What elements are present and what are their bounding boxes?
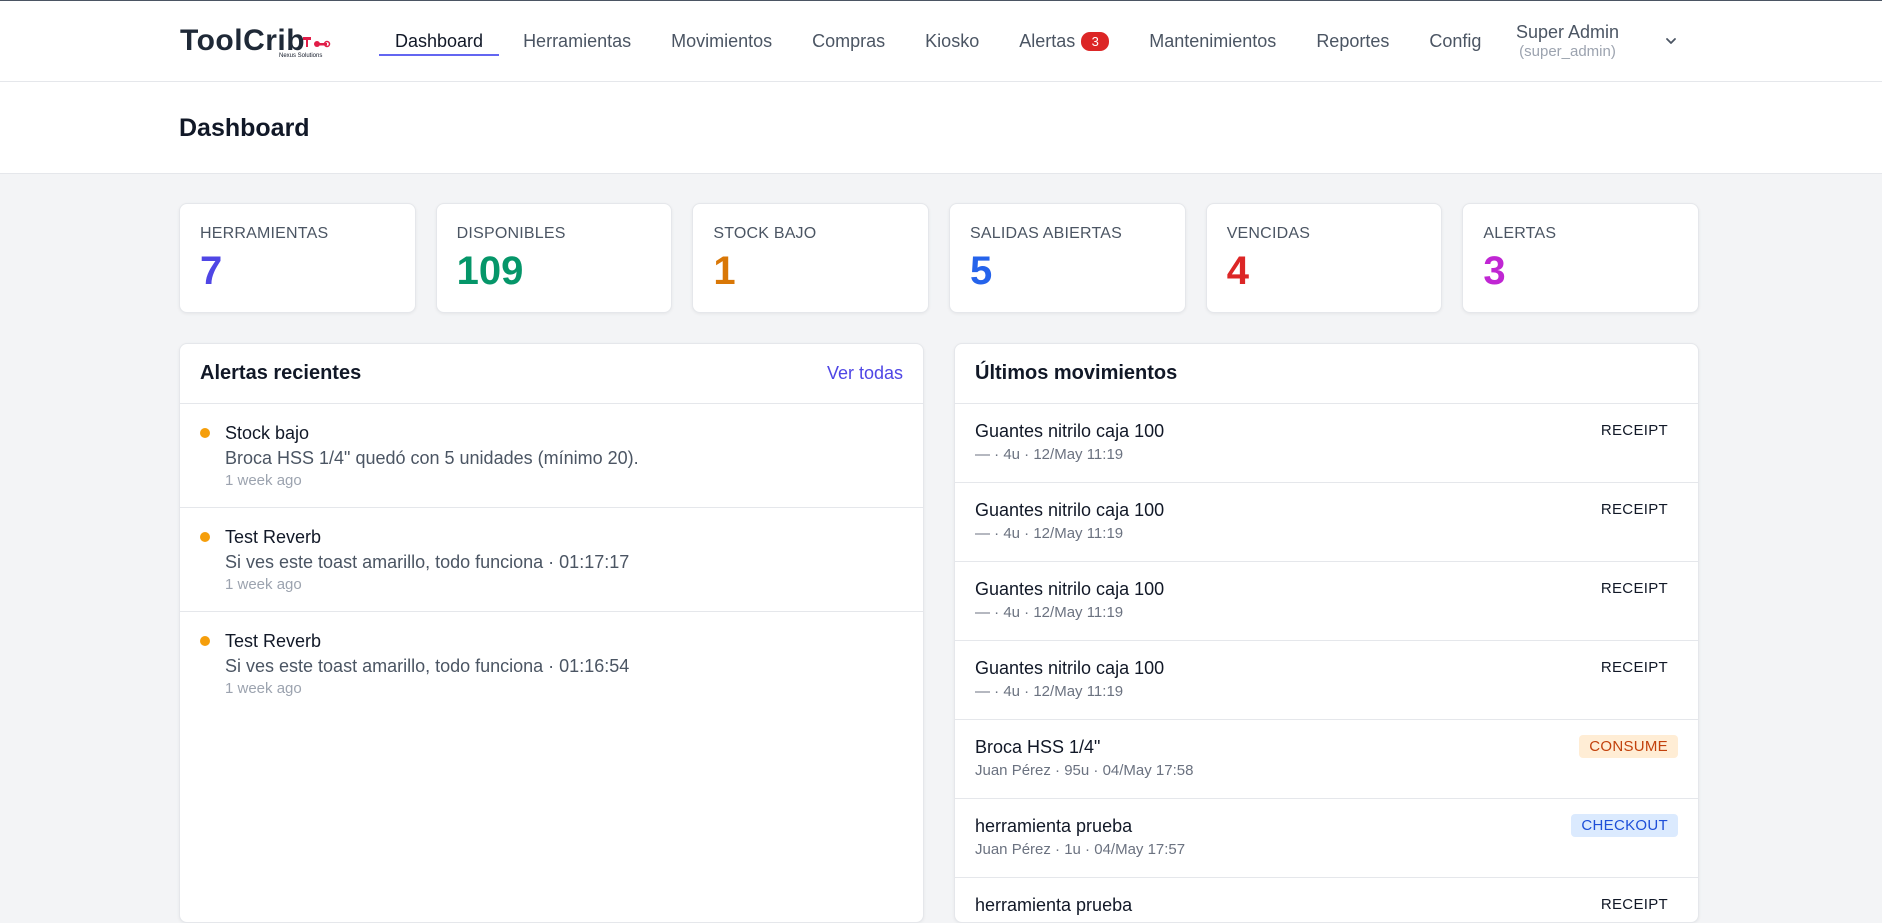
latest-movements-panel: Últimos movimientos Guantes nitrilo caja… (954, 343, 1699, 923)
alert-item[interactable]: Stock bajo Broca HSS 1/4" quedó con 5 un… (180, 404, 923, 508)
nav-item-dashboard[interactable]: Dashboard (375, 1, 503, 81)
nav-item-mantenimientos[interactable]: Mantenimientos (1129, 1, 1296, 81)
movement-row[interactable]: Guantes nitrilo caja 100 — · 4u · 12/May… (955, 562, 1698, 641)
alert-time: 1 week ago (225, 680, 302, 697)
panel-header: Últimos movimientos (955, 344, 1698, 404)
nav-item-alertas[interactable]: Alertas 3 (999, 1, 1129, 81)
page-title: Dashboard (179, 114, 310, 142)
brand-subtitle: Nexus Solutions (279, 53, 323, 59)
stat-value: 4 (1226, 249, 1249, 293)
nav-item-reportes[interactable]: Reportes (1296, 1, 1409, 81)
movement-meta: — · 4u · 12/May 11:19 (975, 683, 1124, 700)
stats-row: HERRAMIENTAS 7 DISPONIBLES 109 STOCK BAJ… (179, 203, 1700, 313)
stat-value: 1 (713, 249, 736, 293)
stat-label: STOCK BAJO (713, 225, 817, 242)
stat-value: 7 (200, 249, 223, 293)
wrench-icon (303, 37, 331, 48)
brand-logo[interactable]: ToolCrib Nexus Solutions (180, 23, 331, 63)
alert-time: 1 week ago (225, 576, 302, 593)
stat-label: VENCIDAS (1226, 225, 1311, 242)
panel-title: Alertas recientes (200, 362, 362, 384)
stat-card-herramientas: HERRAMIENTAS 7 (179, 203, 416, 313)
warning-dot-icon (200, 636, 210, 646)
movement-item-name: Broca HSS 1/4" (975, 737, 1101, 757)
movement-row[interactable]: Guantes nitrilo caja 100 — · 4u · 12/May… (955, 641, 1698, 720)
stat-card-alertas: ALERTAS 3 (1462, 203, 1700, 313)
stat-value: 5 (970, 249, 993, 293)
nav-label: Kiosko (925, 30, 980, 51)
alert-item[interactable]: Test Reverb Si ves este toast amarillo, … (180, 612, 923, 716)
page-header: Dashboard (0, 82, 1882, 174)
alert-message: Si ves este toast amarillo, todo funcion… (225, 552, 630, 572)
alert-title: Test Reverb (225, 527, 322, 547)
user-name: Super Admin (1515, 22, 1620, 42)
nav-label: Alertas (1019, 30, 1076, 51)
panel-header: Alertas recientes Ver todas (180, 344, 923, 404)
main-nav: Dashboard Herramientas Movimientos Compr… (375, 1, 1501, 81)
alert-message: Broca HSS 1/4" quedó con 5 unidades (mín… (225, 448, 639, 468)
movement-row[interactable]: Guantes nitrilo caja 100 — · 4u · 12/May… (955, 483, 1698, 562)
nav-item-kiosko[interactable]: Kiosko (905, 1, 999, 81)
stat-label: ALERTAS (1483, 225, 1557, 242)
movement-type-badge: CHECKOUT (1571, 814, 1678, 837)
nav-label: Compras (812, 30, 886, 51)
top-navbar: ToolCrib Nexus Solutions Dashboard Herra… (0, 1, 1882, 82)
alert-title: Stock bajo (225, 423, 310, 443)
warning-dot-icon (200, 532, 210, 542)
movement-meta: — · 4u · 12/May 11:19 (975, 446, 1124, 463)
nav-label: Reportes (1316, 30, 1390, 51)
movement-row[interactable]: Guantes nitrilo caja 100 — · 4u · 12/May… (955, 404, 1698, 483)
movement-type-badge: CONSUME (1579, 735, 1678, 758)
movement-item-name: Guantes nitrilo caja 100 (975, 658, 1165, 678)
stat-value: 3 (1483, 249, 1506, 293)
movement-meta: — · 4u · 12/May 11:19 (975, 525, 1124, 542)
recent-alerts-panel: Alertas recientes Ver todas Stock bajo B… (179, 343, 924, 923)
movement-row[interactable]: herramienta prueba Juan Pérez · 1u · 04/… (955, 799, 1698, 878)
stat-value: 109 (456, 249, 524, 293)
view-all-link[interactable]: Ver todas (827, 363, 903, 384)
stat-label: DISPONIBLES (456, 225, 566, 242)
nav-label: Herramientas (523, 30, 632, 51)
movement-item-name: Guantes nitrilo caja 100 (975, 579, 1165, 599)
movement-type-badge: RECEIPT (1600, 422, 1668, 439)
nav-label: Dashboard (395, 30, 484, 51)
movement-type-badge: RECEIPT (1600, 580, 1668, 597)
movement-meta: Juan Pérez · 95u · 04/May 17:58 (975, 762, 1194, 779)
nav-item-config[interactable]: Config (1409, 1, 1501, 81)
stat-label: HERRAMIENTAS (200, 225, 329, 242)
stat-card-disponibles: DISPONIBLES 109 (435, 203, 673, 313)
movement-row[interactable]: herramienta prueba RECEIPT (955, 878, 1698, 922)
user-role: (super_admin) (1519, 43, 1616, 60)
nav-label: Config (1429, 30, 1482, 51)
nav-label: Mantenimientos (1149, 30, 1277, 51)
movement-type-badge: RECEIPT (1600, 659, 1668, 676)
nav-label: Movimientos (671, 30, 773, 51)
movement-meta: Juan Pérez · 1u · 04/May 17:57 (975, 841, 1186, 858)
nav-item-herramientas[interactable]: Herramientas (503, 1, 651, 81)
stat-card-vencidas: VENCIDAS 4 (1205, 203, 1443, 313)
movement-row[interactable]: Broca HSS 1/4" Juan Pérez · 95u · 04/May… (955, 720, 1698, 799)
movement-item-name: herramienta prueba (975, 895, 1133, 915)
stat-card-salidas-abiertas: SALIDAS ABIERTAS 5 (949, 203, 1186, 313)
movement-item-name: Guantes nitrilo caja 100 (975, 500, 1165, 520)
user-menu[interactable]: Super Admin (super_admin) (1500, 21, 1635, 61)
movement-meta: — · 4u · 12/May 11:19 (975, 604, 1124, 621)
nav-item-movimientos[interactable]: Movimientos (651, 1, 792, 81)
movement-type-badge: RECEIPT (1600, 501, 1668, 518)
alerts-count-badge: 3 (1081, 31, 1110, 51)
nav-item-compras[interactable]: Compras (792, 1, 905, 81)
chevron-down-icon[interactable] (1664, 34, 1678, 48)
alert-message: Si ves este toast amarillo, todo funcion… (225, 656, 630, 676)
warning-dot-icon (200, 428, 210, 438)
stat-card-stock-bajo: STOCK BAJO 1 (692, 203, 930, 313)
stat-label: SALIDAS ABIERTAS (970, 225, 1123, 242)
panel-title: Últimos movimientos (975, 362, 1178, 384)
movement-item-name: Guantes nitrilo caja 100 (975, 421, 1165, 441)
alert-title: Test Reverb (225, 631, 322, 651)
alert-item[interactable]: Test Reverb Si ves este toast amarillo, … (180, 508, 923, 612)
alert-time: 1 week ago (225, 472, 302, 489)
